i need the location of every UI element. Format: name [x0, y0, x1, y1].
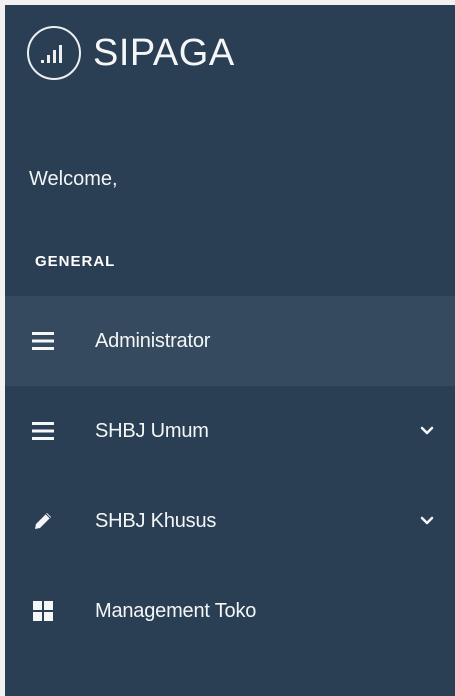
signal-bars-icon: [27, 26, 81, 80]
chevron-down-icon[interactable]: [417, 421, 437, 441]
menu-item-label: SHBJ Umum: [95, 420, 209, 442]
menu-item-shbj-khusus[interactable]: SHBJ Khusus: [5, 476, 455, 566]
bars-icon: [29, 417, 57, 445]
grid-icon: [29, 597, 57, 625]
chevron-down-icon[interactable]: [417, 511, 437, 531]
sidebar: SIPAGA Welcome, GENERAL Administrator SH…: [0, 0, 455, 696]
section-title: GENERAL: [35, 253, 116, 270]
menu-item-management-toko[interactable]: Management Toko: [5, 566, 455, 656]
menu-item-shbj-umum[interactable]: SHBJ Umum: [5, 386, 455, 476]
welcome-text: Welcome,: [29, 168, 118, 190]
bars-icon: [29, 327, 57, 355]
menu-item-label: SHBJ Khusus: [95, 510, 217, 532]
menu-item-label: Administrator: [95, 330, 211, 352]
app-title: SIPAGA: [93, 32, 235, 74]
menu-item-administrator[interactable]: Administrator: [5, 296, 455, 386]
brand-link[interactable]: SIPAGA: [27, 25, 235, 81]
sidebar-menu: Administrator SHBJ Umum SHBJ Khusus Mana…: [5, 296, 455, 656]
pencil-icon: [29, 507, 57, 535]
menu-item-label: Management Toko: [95, 600, 257, 622]
